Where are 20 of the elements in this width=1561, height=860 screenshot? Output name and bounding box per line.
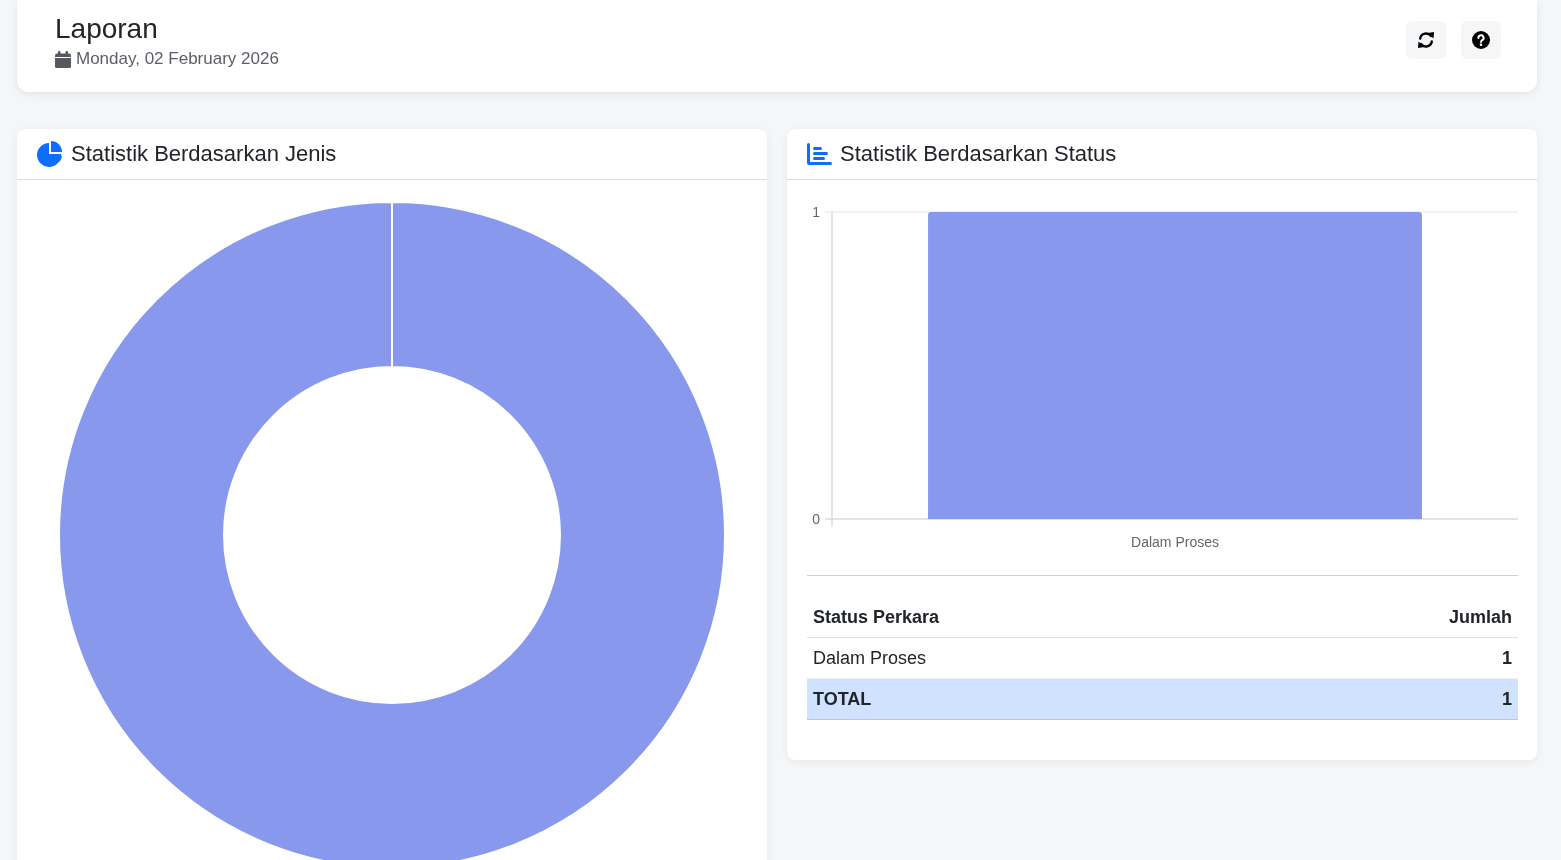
card-title: Statistik Berdasarkan Status (840, 140, 1117, 168)
column-header: Status Perkara (807, 597, 1268, 638)
refresh-icon (1417, 31, 1435, 49)
help-icon (1472, 31, 1490, 49)
bar-chart-icon (807, 143, 832, 165)
table-cell: 1 (1267, 637, 1518, 679)
column-header: Jumlah (1267, 597, 1518, 638)
total-cell: 1 (1267, 678, 1518, 720)
x-category-label: Dalam Proses (1131, 534, 1219, 550)
date-text: Monday, 02 February 2026 (76, 48, 279, 70)
pie-chart-icon (37, 141, 63, 167)
calendar-icon (55, 50, 71, 68)
y-tick-label: 1 (812, 204, 820, 220)
help-button[interactable] (1461, 21, 1501, 59)
page-title: Laporan (55, 12, 159, 46)
card-title: Statistik Berdasarkan Jenis (71, 140, 337, 168)
y-tick-label: 0 (812, 511, 820, 527)
table-cell: Dalam Proses (807, 637, 1268, 679)
refresh-button[interactable] (1406, 21, 1446, 59)
total-cell: TOTAL (807, 678, 1268, 720)
